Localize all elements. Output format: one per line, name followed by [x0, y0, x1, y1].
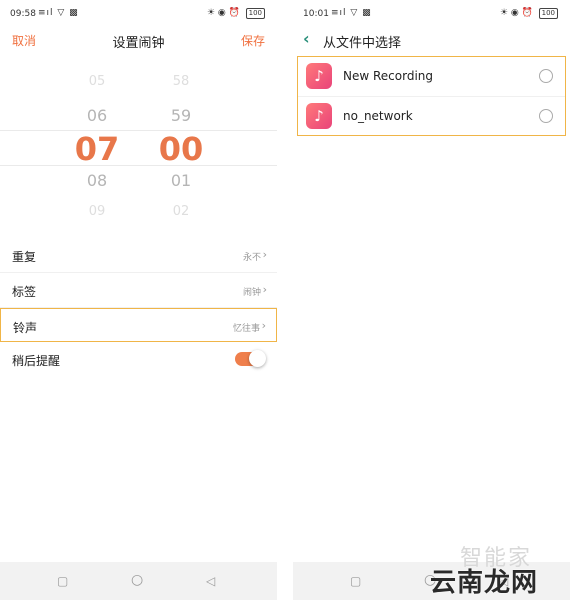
- signal-wifi-icons: ≡ıl ▽ ▩: [38, 8, 79, 18]
- signal-wifi-icons: ≡ıl ▽ ▩: [331, 8, 372, 18]
- save-button[interactable]: 保存: [241, 32, 265, 49]
- radio-button[interactable]: [539, 109, 553, 123]
- time-picker[interactable]: 05 06 07 08 09 58 59 00 01 02: [0, 62, 277, 238]
- setting-value: 永不: [242, 253, 261, 263]
- picker-divider-top: [0, 130, 277, 131]
- minute-option[interactable]: 02: [156, 204, 206, 219]
- battery-icon: 100: [538, 8, 558, 19]
- status-icons: ☀ ◉ ⏰: [499, 8, 533, 18]
- setting-snooze[interactable]: 稍后提醒: [0, 342, 277, 376]
- status-time: 10:01: [303, 9, 329, 19]
- status-icons: ☀ ◉ ⏰: [206, 8, 240, 18]
- file-item[interactable]: ♪ New Recording: [298, 57, 565, 96]
- hour-wheel[interactable]: 05 06 07 08 09: [72, 62, 122, 238]
- chevron-right-icon: ›: [261, 319, 266, 332]
- file-name: no_network: [343, 109, 413, 123]
- battery-icon: 100: [245, 8, 265, 19]
- chevron-right-icon: ›: [262, 248, 267, 261]
- watermark: 智能家 云南龙网: [430, 540, 570, 598]
- minute-option[interactable]: 58: [156, 74, 206, 89]
- setting-label: 标签: [12, 285, 37, 299]
- status-bar: 09:58 ≡ıl ▽ ▩ ☀ ◉ ⏰ 100: [0, 0, 277, 26]
- alarm-settings-screen: 09:58 ≡ıl ▽ ▩ ☀ ◉ ⏰ 100 取消 设置闹钟 保存 05 06…: [0, 0, 277, 600]
- nav-bar: ▢ ○ ◁: [0, 562, 277, 600]
- back-nav-button[interactable]: ◁: [206, 574, 215, 588]
- hour-selected[interactable]: 07: [72, 130, 122, 168]
- setting-value: 忆往事: [232, 324, 260, 334]
- watermark-bottom-text: 云南龙网: [430, 568, 539, 598]
- hour-option[interactable]: 08: [72, 171, 122, 190]
- toggle-knob: [249, 350, 266, 367]
- snooze-toggle[interactable]: [235, 350, 266, 367]
- setting-label: 铃声: [13, 321, 38, 335]
- status-right-icons: ☀ ◉ ⏰ 100: [500, 8, 558, 19]
- picker-divider-bottom: [0, 165, 277, 166]
- recents-button[interactable]: ▢: [350, 574, 361, 588]
- chevron-right-icon: ›: [262, 283, 267, 296]
- music-note-icon: ♪: [306, 63, 332, 89]
- top-bar: ‹ 从文件中选择: [293, 28, 570, 52]
- hour-option[interactable]: 05: [72, 74, 122, 89]
- status-bar: 10:01 ≡ıl ▽ ▩ ☀ ◉ ⏰ 100: [293, 0, 570, 26]
- page-title: 从文件中选择: [323, 36, 402, 51]
- hour-option[interactable]: 06: [72, 106, 122, 125]
- home-button[interactable]: ○: [131, 572, 143, 588]
- radio-button[interactable]: [539, 69, 553, 83]
- minute-wheel[interactable]: 58 59 00 01 02: [156, 62, 206, 238]
- file-item[interactable]: ♪ no_network: [298, 96, 565, 136]
- page-title: 设置闹钟: [112, 36, 165, 51]
- setting-ringtone[interactable]: 铃声 忆往事 ›: [0, 308, 277, 342]
- minute-selected[interactable]: 00: [156, 130, 206, 168]
- setting-label: 稍后提醒: [12, 354, 61, 368]
- back-arrow-icon[interactable]: ‹: [303, 29, 310, 48]
- setting-value: 闹钟: [242, 288, 261, 298]
- file-name: New Recording: [343, 69, 434, 83]
- status-right-icons: ☀ ◉ ⏰ 100: [207, 8, 265, 19]
- file-list: ♪ New Recording ♪ no_network: [297, 56, 566, 136]
- minute-option[interactable]: 01: [156, 171, 206, 190]
- status-time: 09:58: [10, 9, 36, 19]
- hour-option[interactable]: 09: [72, 204, 122, 219]
- recents-button[interactable]: ▢: [57, 574, 68, 588]
- top-bar: 取消 设置闹钟 保存: [0, 28, 277, 52]
- setting-label-name[interactable]: 标签 闹钟 ›: [0, 273, 277, 308]
- file-picker-screen: 10:01 ≡ıl ▽ ▩ ☀ ◉ ⏰ 100 ‹ 从文件中选择 ♪ New R…: [293, 0, 570, 600]
- setting-label: 重复: [12, 250, 37, 264]
- minute-option[interactable]: 59: [156, 106, 206, 125]
- music-note-icon: ♪: [306, 103, 332, 129]
- setting-repeat[interactable]: 重复 永不 ›: [0, 238, 277, 273]
